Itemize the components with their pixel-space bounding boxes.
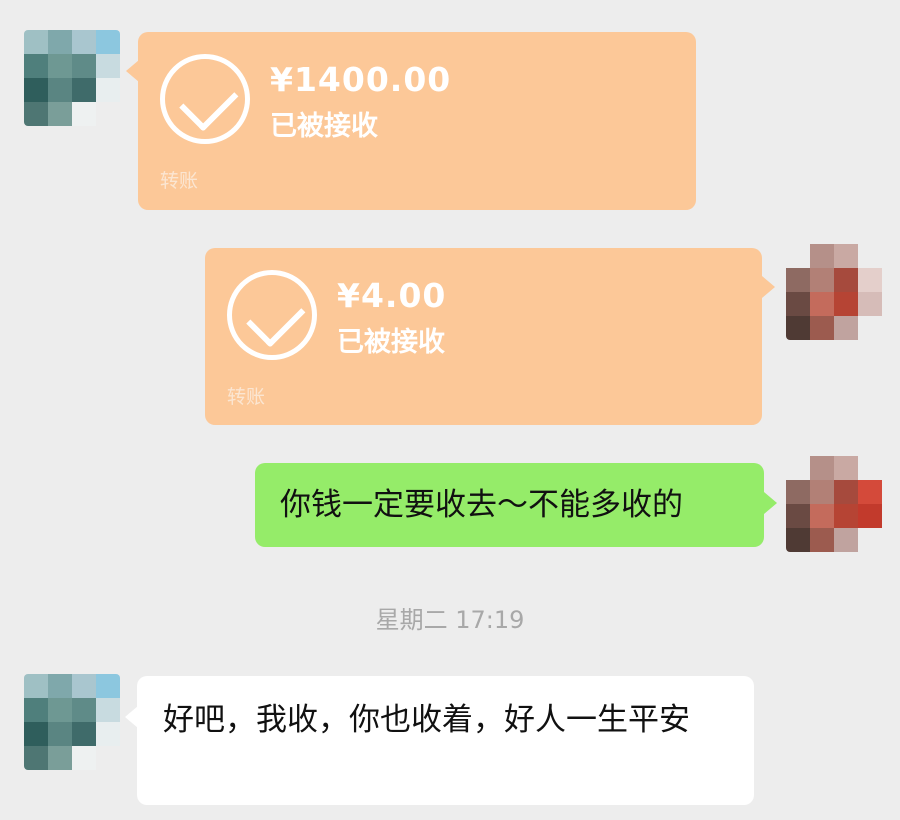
transfer-status: 已被接收 (337, 327, 445, 358)
transfer-card-sent[interactable]: ¥4.00 已被接收 转账 (205, 248, 762, 425)
transfer-label: 转账 (160, 170, 199, 192)
transfer-label: 转账 (227, 386, 266, 408)
checkmark-circle-icon (160, 54, 250, 144)
bubble-tail (762, 276, 775, 298)
transfer-status: 已被接收 (270, 111, 378, 142)
message-text: 好吧，我收，你也收着，好人一生平安 (163, 702, 690, 738)
transfer-amount: ¥4.00 (337, 276, 447, 315)
contact-avatar[interactable] (24, 30, 120, 126)
transfer-amount: ¥1400.00 (270, 60, 452, 99)
self-avatar[interactable] (786, 456, 882, 552)
message-text: 你钱一定要收去～不能多收的 (280, 487, 683, 523)
bubble-tail (764, 492, 777, 514)
sent-message-bubble[interactable]: 你钱一定要收去～不能多收的 (255, 463, 764, 547)
chat-timestamp: 星期二 17:19 (375, 606, 525, 634)
transfer-card-received[interactable]: ¥1400.00 已被接收 转账 (138, 32, 696, 210)
self-avatar[interactable] (786, 244, 882, 340)
received-message-bubble[interactable]: 好吧，我收，你也收着，好人一生平安 (137, 676, 754, 805)
checkmark-circle-icon (227, 270, 317, 360)
contact-avatar[interactable] (24, 674, 120, 770)
